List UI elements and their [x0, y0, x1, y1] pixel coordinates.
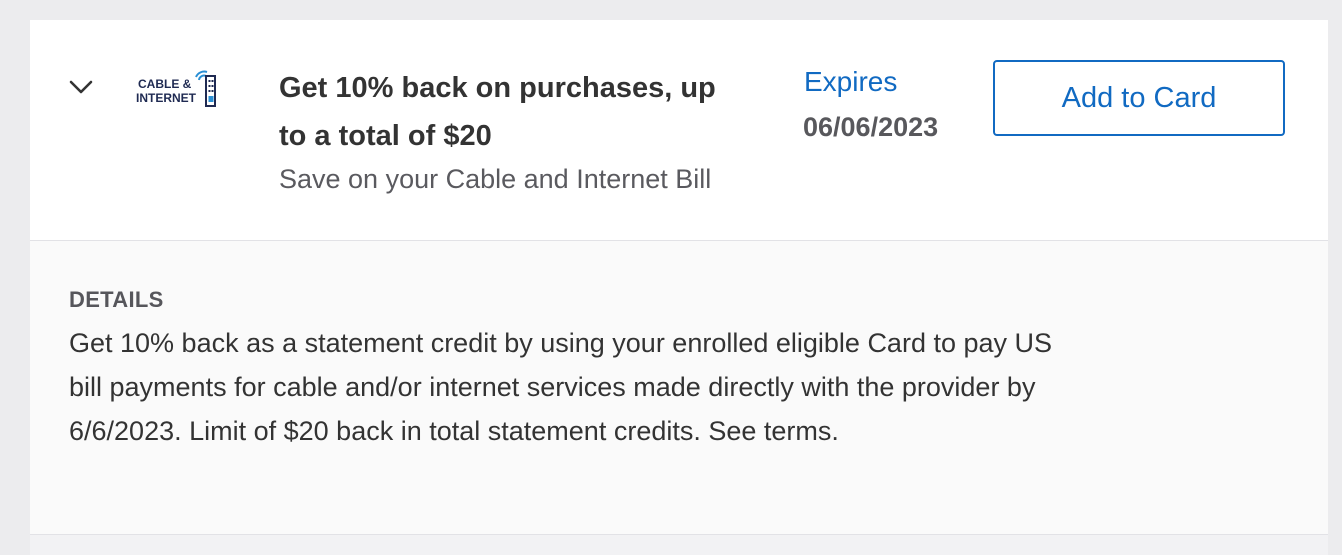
next-offer-divider	[30, 534, 1328, 555]
offer-details: DETAILS Get 10% back as a statement cred…	[30, 241, 1328, 534]
offer-title: Get 10% back on purchases, up to a total…	[279, 72, 716, 152]
expires-date: 06/06/2023	[803, 112, 939, 142]
chevron-down-icon[interactable]	[68, 78, 94, 96]
add-to-card-button[interactable]: Add to Card	[993, 60, 1285, 136]
details-body: Get 10% back as a statement credit by us…	[69, 328, 1053, 446]
expires-label[interactable]: Expires	[804, 64, 897, 100]
logo-line-1: CABLE &	[138, 77, 192, 91]
cable-internet-logo: CABLE & INTERNET	[136, 70, 216, 107]
offer-subtitle: Save on your Cable and Internet Bill	[279, 164, 712, 194]
details-heading: DETAILS	[69, 287, 164, 312]
offer-header: CABLE & INTERNET Get 10% back on purchas…	[30, 20, 1328, 241]
logo-line-2: INTERNET	[136, 91, 197, 105]
building-icon	[205, 75, 216, 107]
offer-card: CABLE & INTERNET Get 10% back on purchas…	[30, 20, 1328, 555]
